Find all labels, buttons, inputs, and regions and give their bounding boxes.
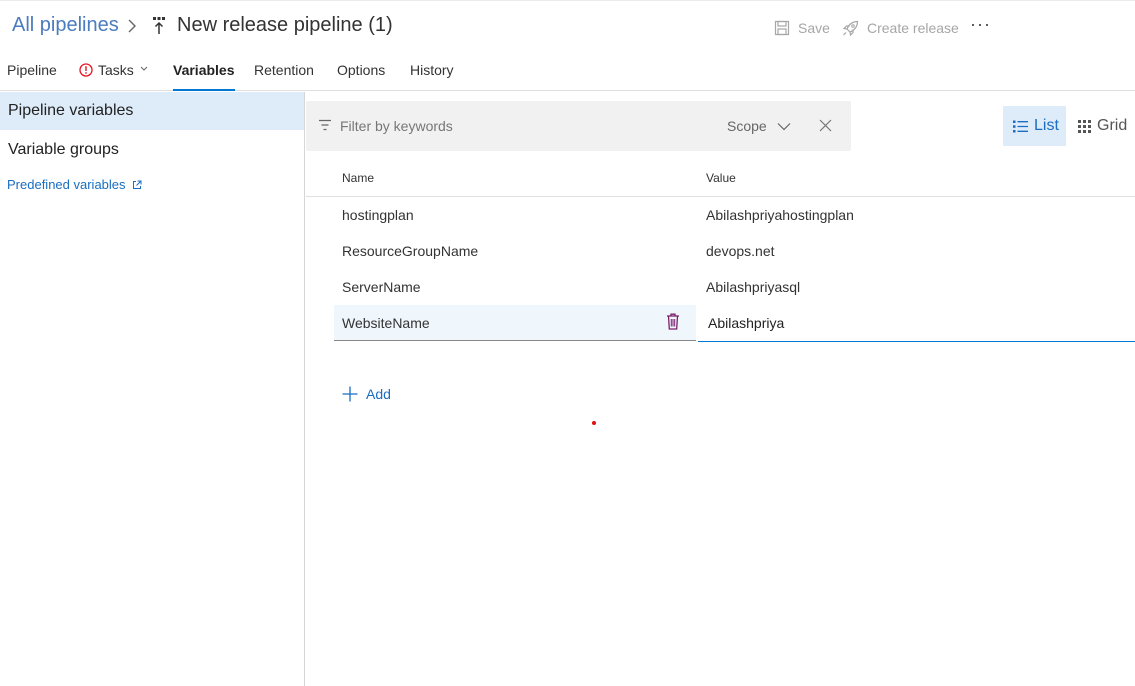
variable-value[interactable]: Abilashpriyahostingplan	[706, 207, 854, 223]
tab-tasks-label: Tasks	[98, 62, 134, 78]
chevron-right-icon	[128, 19, 136, 33]
breadcrumb-all-pipelines[interactable]: All pipelines	[12, 14, 119, 37]
create-release-label: Create release	[867, 20, 959, 36]
variable-value[interactable]: Abilashpriyasql	[706, 279, 800, 295]
variable-name[interactable]: ServerName	[342, 279, 421, 295]
table-row-editing[interactable]: WebsiteName Abilashpriya	[306, 305, 1135, 342]
predefined-variables-link[interactable]: Predefined variables	[7, 177, 142, 192]
scope-dropdown[interactable]: Scope	[727, 118, 791, 134]
table-row[interactable]: ResourceGroupName devops.net	[306, 233, 1135, 269]
tab-tasks[interactable]: Tasks	[79, 62, 148, 91]
tab-pipeline[interactable]: Pipeline	[7, 62, 57, 91]
save-button[interactable]: Save	[774, 18, 830, 38]
add-variable-button[interactable]: Add	[342, 386, 391, 402]
grid-view-toggle[interactable]: Grid	[1078, 106, 1135, 146]
sidebar-item-pipeline-variables[interactable]: Pipeline variables	[0, 92, 304, 130]
scope-label: Scope	[727, 118, 767, 134]
save-label: Save	[798, 20, 830, 36]
table-row[interactable]: hostingplan Abilashpriyahostingplan	[306, 197, 1135, 233]
variables-table-header: Name Value	[306, 160, 1135, 197]
grid-view-label: Grid	[1097, 117, 1128, 134]
filter-bar: Scope	[306, 101, 851, 151]
list-view-toggle[interactable]: List	[1003, 106, 1066, 146]
sidebar-item-variable-groups[interactable]: Variable groups	[0, 131, 304, 169]
column-header-value: Value	[706, 171, 736, 185]
list-icon	[1013, 120, 1028, 132]
tab-options[interactable]: Options	[337, 62, 385, 91]
create-release-button[interactable]: Create release	[842, 18, 959, 38]
error-icon	[79, 63, 93, 77]
predefined-variables-label: Predefined variables	[7, 177, 126, 192]
tab-history[interactable]: History	[410, 62, 454, 91]
variable-name[interactable]: hostingplan	[342, 207, 414, 223]
close-icon[interactable]	[819, 119, 832, 132]
filter-icon	[319, 119, 331, 131]
save-icon	[774, 20, 790, 36]
variables-sidebar: Pipeline variables Variable groups Prede…	[0, 92, 305, 686]
tab-variables[interactable]: Variables	[173, 62, 235, 91]
chevron-down-icon	[777, 122, 791, 130]
top-border	[0, 0, 1135, 3]
filter-keywords-input[interactable]	[340, 115, 700, 137]
tab-bar: Pipeline Tasks Variables Retention Optio…	[0, 52, 1135, 91]
plus-icon	[342, 386, 358, 402]
grid-icon	[1078, 119, 1091, 133]
page-header: All pipelines New release pipeline (1) S…	[0, 4, 1135, 48]
more-actions-button[interactable]: ···	[970, 14, 991, 35]
table-row[interactable]: ServerName Abilashpriyasql	[306, 269, 1135, 305]
delete-icon[interactable]	[666, 313, 680, 330]
external-link-icon	[132, 180, 142, 189]
list-view-label: List	[1034, 117, 1059, 134]
page-title[interactable]: New release pipeline (1)	[177, 14, 393, 37]
variable-name[interactable]: ResourceGroupName	[342, 243, 478, 259]
chevron-down-icon	[140, 66, 148, 71]
variable-value-input[interactable]: Abilashpriya	[708, 315, 784, 331]
release-pipeline-icon	[153, 17, 165, 34]
column-header-name: Name	[342, 171, 375, 185]
cursor-dot	[592, 421, 596, 425]
add-label: Add	[366, 386, 391, 402]
rocket-icon	[842, 20, 859, 36]
variable-value[interactable]: devops.net	[706, 243, 775, 259]
tab-retention[interactable]: Retention	[254, 62, 314, 91]
variable-name-input[interactable]: WebsiteName	[342, 315, 430, 331]
